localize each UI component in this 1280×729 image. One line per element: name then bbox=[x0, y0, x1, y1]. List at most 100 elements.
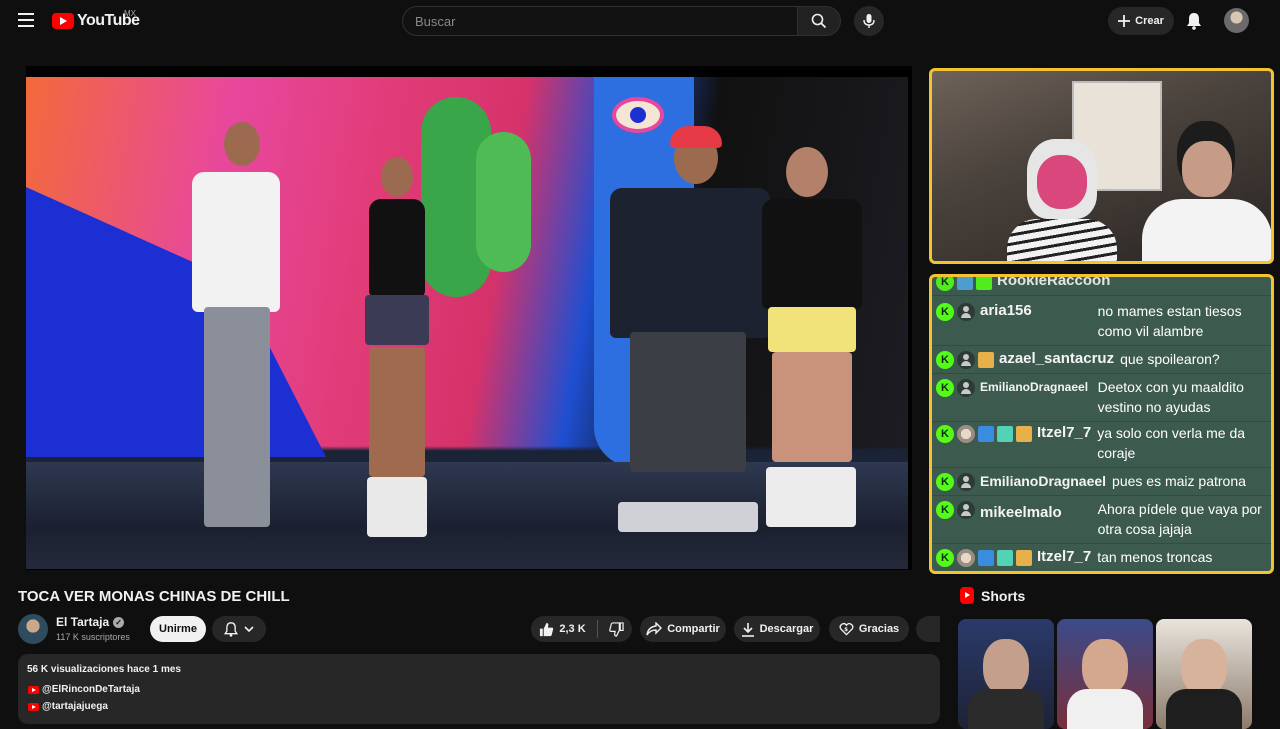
channel-link[interactable]: @tartajajuega bbox=[28, 701, 108, 712]
kick-badge-icon: K bbox=[936, 303, 954, 321]
chat-message: K aria156 no mames estan tiesos como vil… bbox=[936, 301, 1271, 341]
emote-badge-icon bbox=[997, 426, 1013, 442]
user-icon bbox=[957, 303, 975, 321]
menu-icon[interactable] bbox=[18, 13, 34, 27]
shorts-heading: Shorts bbox=[981, 587, 1026, 604]
like-dislike-group: 2,3 K bbox=[531, 616, 632, 642]
user-icon bbox=[957, 351, 975, 369]
join-button[interactable]: Unirme bbox=[150, 616, 206, 642]
emote-badge-icon bbox=[997, 550, 1013, 566]
chat-text: tan menos troncas bbox=[1097, 549, 1213, 565]
dislike-icon[interactable] bbox=[608, 621, 624, 637]
live-chat-overlay: K RookieRaccoon K aria156 no mames estan… bbox=[929, 274, 1274, 574]
sword-badge-icon bbox=[978, 426, 994, 442]
thanks-button[interactable]: $ Gracias bbox=[829, 616, 909, 642]
webcam-person-2 bbox=[1142, 121, 1271, 261]
chat-text: Ahora pídele que vaya por otra cosa jaja… bbox=[1097, 501, 1262, 537]
user-avatar bbox=[957, 549, 975, 567]
top-bar: YouTube MX Crear bbox=[0, 0, 1280, 42]
notifications-button[interactable] bbox=[1182, 9, 1206, 33]
shorts-header: Shorts bbox=[960, 587, 1025, 604]
heart-dollar-icon: $ bbox=[839, 622, 854, 636]
chat-message: K azael_santacruz que spoilearon? bbox=[936, 349, 1271, 369]
short-body bbox=[1067, 689, 1143, 729]
kick-badge-icon: K bbox=[936, 501, 954, 519]
youtube-play-icon bbox=[52, 13, 74, 29]
shorts-icon bbox=[960, 587, 974, 604]
create-label: Crear bbox=[1135, 15, 1164, 27]
channel-avatar[interactable] bbox=[18, 614, 48, 644]
user-avatar bbox=[957, 425, 975, 443]
chat-badges: K bbox=[936, 277, 992, 291]
short-thumbnail[interactable] bbox=[1156, 619, 1252, 729]
chat-badges: K bbox=[936, 349, 994, 369]
chat-username: EmilianoDragnaeel bbox=[980, 473, 1107, 489]
user-icon bbox=[957, 473, 975, 491]
search-button[interactable] bbox=[797, 6, 841, 36]
share-label: Compartir bbox=[667, 623, 720, 635]
emote-badge-icon bbox=[1016, 550, 1032, 566]
more-actions-button[interactable] bbox=[916, 616, 940, 642]
search-input[interactable] bbox=[402, 6, 798, 36]
emote-badge-icon bbox=[1016, 426, 1032, 442]
channel-link[interactable]: @ElRinconDeTartaja bbox=[28, 684, 140, 695]
voice-search-button[interactable] bbox=[854, 6, 884, 36]
video-frame bbox=[26, 77, 908, 569]
subscribe-notifications-button[interactable] bbox=[212, 616, 266, 642]
chat-badges: K bbox=[936, 471, 975, 491]
channel-link-text[interactable]: @tartajajuega bbox=[42, 701, 108, 712]
emote-badge-icon bbox=[957, 277, 973, 290]
chat-username: azael_santacruz bbox=[999, 350, 1115, 367]
webcam-person-1 bbox=[1007, 139, 1117, 261]
kick-badge-icon: K bbox=[936, 549, 954, 567]
sword-badge-icon bbox=[978, 550, 994, 566]
short-body bbox=[968, 689, 1044, 729]
short-face bbox=[1181, 639, 1227, 695]
short-thumbnail[interactable] bbox=[958, 619, 1054, 729]
chat-badges: K bbox=[936, 423, 1032, 443]
download-icon bbox=[741, 622, 754, 637]
chat-text: ya solo con verla me da coraje bbox=[1097, 425, 1246, 461]
chat-text: Deetox con yu maaldito vestino no ayudas bbox=[1097, 379, 1244, 415]
chat-text: pues es maiz patrona bbox=[1112, 473, 1246, 489]
channel-name[interactable]: El Tartaja ✓ bbox=[56, 615, 125, 629]
video-player[interactable] bbox=[26, 66, 912, 570]
like-divider bbox=[596, 620, 598, 638]
kick-badge-icon: K bbox=[936, 473, 954, 491]
chat-username: RookieRaccoon bbox=[997, 274, 1111, 289]
share-button[interactable]: Compartir bbox=[640, 616, 726, 642]
short-face bbox=[983, 639, 1029, 695]
cactus-prop-2 bbox=[476, 132, 531, 272]
like-count[interactable]: 2,3 K bbox=[559, 623, 585, 635]
emote-badge-icon bbox=[976, 277, 992, 290]
chat-username: EmilianoDragnaeel bbox=[980, 380, 1089, 394]
chat-badges: K bbox=[936, 301, 975, 321]
download-label: Descargar bbox=[759, 623, 814, 635]
short-thumbnail[interactable] bbox=[1057, 619, 1153, 729]
channel-name-text: El Tartaja bbox=[56, 615, 110, 629]
video-title: TOCA VER MONAS CHINAS DE CHILL bbox=[18, 588, 290, 605]
chat-username: Itzel7_7 bbox=[1037, 548, 1092, 565]
user-icon bbox=[957, 379, 975, 397]
create-button[interactable]: Crear bbox=[1108, 7, 1174, 35]
chat-message: K EmilianoDragnaeel pues es maiz patrona bbox=[936, 471, 1271, 491]
download-button[interactable]: Descargar bbox=[734, 616, 820, 642]
subscriber-count: 117 K suscriptores bbox=[56, 632, 130, 642]
short-face bbox=[1082, 639, 1128, 695]
description-box[interactable]: 56 K visualizaciones hace 1 mes @ElRinco… bbox=[18, 654, 940, 724]
kick-badge-icon: K bbox=[936, 425, 954, 443]
channel-link-text[interactable]: @ElRinconDeTartaja bbox=[42, 684, 140, 695]
bell-icon bbox=[224, 621, 238, 637]
account-avatar[interactable] bbox=[1224, 8, 1249, 33]
chevron-down-icon bbox=[244, 625, 254, 632]
like-icon[interactable] bbox=[539, 622, 554, 637]
country-code: MX bbox=[124, 9, 136, 18]
chat-message: K Itzel7_7 tan menos troncas bbox=[936, 547, 1271, 567]
chat-text: no mames estan tiesos como vil alambre bbox=[1097, 303, 1242, 339]
share-icon bbox=[646, 622, 663, 636]
chat-message: K EmilianoDragnaeel Deetox con yu maaldi… bbox=[936, 377, 1271, 417]
kick-badge-icon: K bbox=[936, 277, 954, 291]
kick-badge-icon: K bbox=[936, 379, 954, 397]
youtube-icon bbox=[28, 702, 39, 711]
chat-text: que spoilearon? bbox=[1120, 351, 1220, 367]
